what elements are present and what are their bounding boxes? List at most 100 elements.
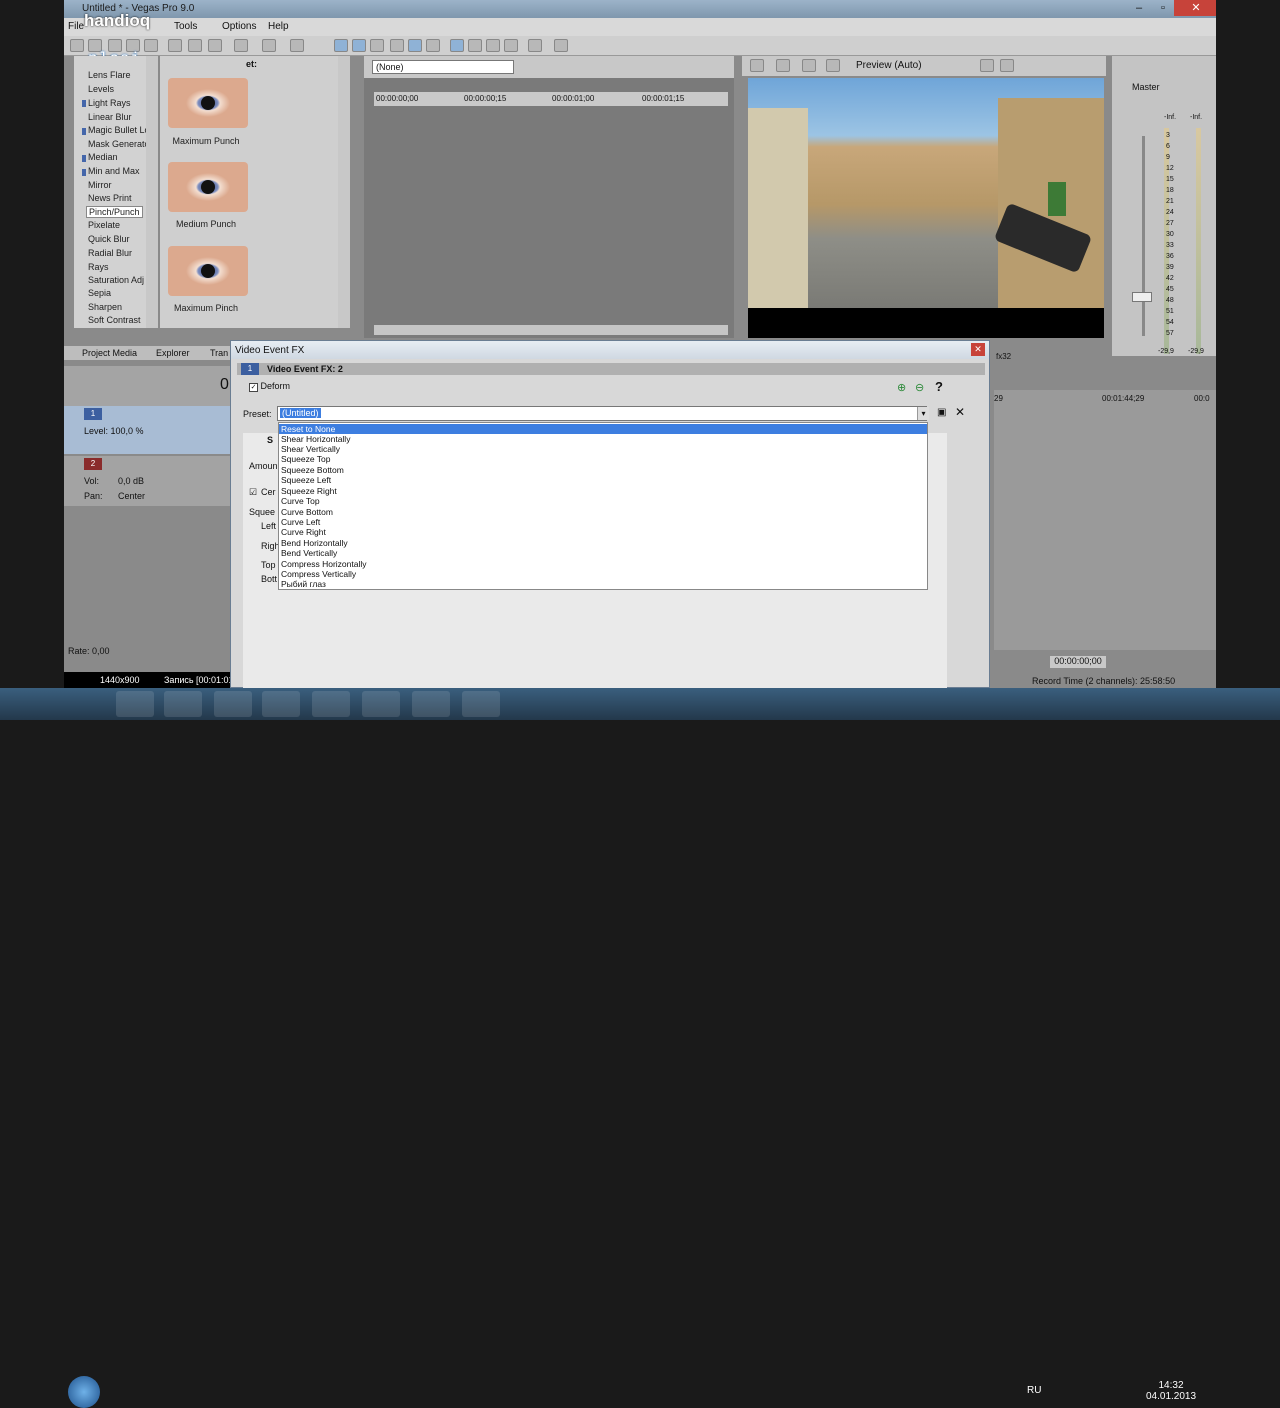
fx-item[interactable]: News Print [88,193,132,203]
trimmer-scrollbar[interactable] [374,325,728,335]
delete-preset-icon[interactable]: ✕ [955,405,965,419]
preset-option[interactable]: Compress Vertically [279,569,927,579]
undo-icon[interactable] [234,39,248,52]
icq-icon[interactable] [312,691,350,717]
fx-item[interactable]: Median [88,152,118,162]
audio-track-header[interactable]: 2 Vol: 0,0 dB Pan: Center [64,456,230,506]
fx-item[interactable]: Quick Blur [88,234,130,244]
system-clock[interactable]: 14:32 04.01.2013 [1146,1380,1196,1402]
save-snapshot-icon[interactable] [1000,59,1014,72]
plugin-chain-icon[interactable]: ⊕ [897,381,906,394]
fx-item[interactable]: Pixelate [88,220,120,230]
tab-transitions[interactable]: Tran [210,348,228,358]
copy-icon[interactable] [188,39,202,52]
selection-tool-icon[interactable] [370,39,384,52]
preset-option[interactable]: Squeeze Top [279,454,927,464]
track-level[interactable]: Level: 100,0 % [84,426,144,436]
maximize-button[interactable]: ▫ [1150,0,1176,16]
preset-option[interactable]: Squeeze Right [279,486,927,496]
fx-checkbox[interactable]: ✓ [249,383,258,392]
fx-item[interactable]: Rays [88,262,109,272]
vol-value[interactable]: 0,0 dB [118,476,144,486]
fx-item[interactable]: Saturation Adj [88,275,144,285]
language-indicator[interactable]: RU [1027,1385,1041,1396]
fx-item[interactable]: Lens Flare [88,70,131,80]
fx-list-scrollbar[interactable] [146,56,158,328]
paste-icon[interactable] [208,39,222,52]
preset-option[interactable]: Curve Right [279,527,927,537]
tab-explorer[interactable]: Explorer [156,348,190,358]
help-icon[interactable]: ? [935,379,943,394]
preset-option[interactable]: Curve Bottom [279,507,927,517]
preview-quality[interactable]: Preview (Auto) [856,60,922,71]
preset-option[interactable]: Curve Top [279,496,927,506]
preset-option[interactable]: Compress Horizontally [279,559,927,569]
explorer-icon[interactable] [214,691,252,717]
whats-this-icon[interactable] [554,39,568,52]
ignore-grouping-icon[interactable] [486,39,500,52]
fx-item[interactable]: Radial Blur [88,248,132,258]
fx-item[interactable]: Mask Generato [88,139,150,149]
preview-fx-icon[interactable] [802,59,816,72]
preset-option[interactable]: Shear Horizontally [279,434,927,444]
fx-item[interactable]: Levels [88,84,114,94]
burn-icon[interactable] [528,39,542,52]
fx-item[interactable]: Sepia [88,288,111,298]
preset-option[interactable]: Squeeze Left [279,475,927,485]
fx-item-selected[interactable]: Pinch/Punch [86,206,143,218]
snap-icon[interactable] [408,39,422,52]
fx-item[interactable]: Mirror [88,180,112,190]
new-icon[interactable] [70,39,84,52]
save-preset-icon[interactable]: ▣ [937,407,946,418]
copy-snapshot-icon[interactable] [980,59,994,72]
opera-icon[interactable] [362,691,400,717]
normal-edit-tool-icon[interactable] [334,39,348,52]
preset-thumb[interactable] [168,162,248,212]
preset-option[interactable]: Рыбий глаз [279,579,927,589]
menu-file[interactable]: File [68,21,84,32]
preset-thumb[interactable] [168,78,248,128]
fx-item[interactable]: Min and Max [88,166,140,176]
close-button[interactable]: ✕ [1174,0,1216,16]
preset-scrollbar[interactable] [338,56,350,328]
fx-toggle[interactable]: ✓ Deform [249,381,290,392]
fx-item[interactable]: Sharpen [88,302,122,312]
plugin-remove-icon[interactable]: ⊖ [915,381,924,394]
ie-icon[interactable] [116,691,154,717]
external-monitor-icon[interactable] [776,59,790,72]
redo-dropdown-icon[interactable] [290,39,304,52]
preset-option[interactable]: Reset to None [279,424,927,434]
video-track-header[interactable]: 1 Level: 100,0 % [64,406,230,454]
fx-item[interactable]: Soft Contrast [88,315,141,325]
fx-item[interactable]: Light Rays [88,98,131,108]
fx-item[interactable]: Magic Bullet Lo [88,125,150,135]
firefox-icon[interactable] [164,691,202,717]
preset-thumb[interactable] [168,246,248,296]
zoom-icon[interactable] [504,39,518,52]
chrome-icon[interactable] [412,691,450,717]
media-player-icon[interactable] [262,691,300,717]
split-screen-icon[interactable] [826,59,840,72]
start-button[interactable] [68,1376,100,1408]
master-fader[interactable] [1132,292,1152,302]
lock-envelopes-icon[interactable] [468,39,482,52]
vegas-icon[interactable] [462,691,500,717]
param-checkbox[interactable]: ☑ [249,487,257,498]
preset-option[interactable]: Shear Vertically [279,444,927,454]
preset-option[interactable]: Squeeze Bottom [279,465,927,475]
preview-properties-icon[interactable] [750,59,764,72]
trimmer-select[interactable]: (None) [372,60,514,74]
menu-tools[interactable]: Tools [174,21,197,32]
auto-crossfade-icon[interactable] [426,39,440,52]
cut-icon[interactable] [168,39,182,52]
envelope-tool-icon[interactable] [352,39,366,52]
preset-option[interactable]: Bend Vertically [279,548,927,558]
preset-option[interactable]: Curve Left [279,517,927,527]
menu-options[interactable]: Options [222,21,256,32]
auto-ripple-icon[interactable] [450,39,464,52]
fx-item[interactable]: Linear Blur [88,112,132,122]
minimize-button[interactable]: – [1126,0,1152,16]
zoom-tool-icon[interactable] [390,39,404,52]
properties-icon[interactable] [144,39,158,52]
menu-help[interactable]: Help [268,21,289,32]
